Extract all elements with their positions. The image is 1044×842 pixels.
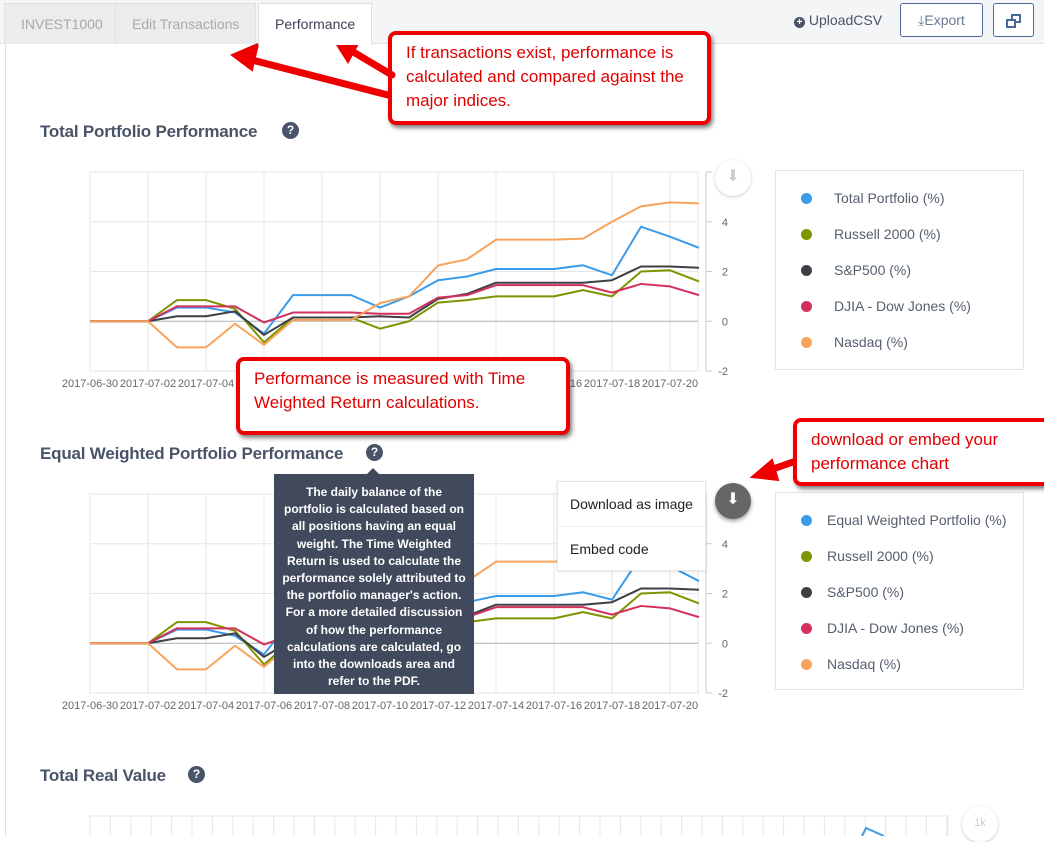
popout-window-button[interactable] [993,3,1034,37]
plot-area [89,815,949,836]
legend-marker [801,301,812,312]
y-tick-label: -2 [718,688,728,700]
total-real-value-chart [89,815,949,836]
section-title-equal-weighted: Equal Weighted Portfolio Performance [40,444,344,463]
chart-export-button-active[interactable]: ⬇ [715,483,751,519]
legend-marker [801,337,812,348]
x-tick-label: 2017-07-16 [526,700,582,712]
help-icon[interactable]: ? [366,444,383,461]
annotation-callout: If transactions exist, performance is ca… [388,31,711,125]
legend-item[interactable]: Equal Weighted Portfolio (%) [827,512,1007,528]
x-tick-label: 2017-07-02 [120,378,176,390]
legend-item[interactable]: DJIA - Dow Jones (%) [827,620,964,636]
popout-window-icon [1005,14,1022,29]
y-tick-label: 0 [722,638,728,650]
section-title-total-real-value: Total Real Value [40,766,166,785]
x-tick-label: 2017-07-02 [120,700,176,712]
x-tick-label: 2017-07-20 [642,378,698,390]
legend-item[interactable]: DJIA - Dow Jones (%) [834,298,971,314]
legend-equal-weighted: Equal Weighted Portfolio (%) Russell 2000… [775,492,1024,690]
x-tick-label: 2017-06-30 [62,378,118,390]
legend-item[interactable]: Russell 2000 (%) [834,226,941,242]
tab-edit-transactions[interactable]: Edit Transactions [115,3,257,44]
help-icon[interactable]: ? [188,766,205,783]
legend-marker [801,551,812,562]
y-tick-label: -2 [718,366,728,378]
legend-marker [801,265,812,276]
y-tick-label: 1k [974,817,986,829]
help-icon[interactable]: ? [282,122,299,139]
legend-item[interactable]: Nasdaq (%) [834,334,908,350]
y-tick-label: 0 [722,316,728,328]
x-tick-label: 2017-07-18 [584,378,640,390]
legend-marker [801,515,812,526]
chart-export-button[interactable]: ⬇ [715,160,751,196]
legend-marker [801,229,812,240]
export-label: Export [924,12,965,28]
annotation-callout: download or embed your performance chart [793,418,1044,486]
legend-marker [801,587,812,598]
x-tick-label: 2017-07-06 [236,700,292,712]
x-tick-label: 2017-07-12 [410,700,466,712]
help-tooltip: The daily balance of the portfolio is ca… [274,468,474,694]
x-tick-label: 2017-07-08 [294,700,350,712]
chart-export-button[interactable]: 1k [962,806,998,842]
legend-marker [801,659,812,670]
legend-item[interactable]: Nasdaq (%) [827,656,901,672]
menu-item-download-image[interactable]: Download as image [558,482,705,527]
x-tick-label: 2017-07-10 [352,700,408,712]
x-tick-label: 2017-07-20 [642,700,698,712]
menu-item-embed-code[interactable]: Embed code [558,527,705,572]
section-title-total-portfolio: Total Portfolio Performance [40,122,258,141]
download-icon: ⬇ [726,491,740,508]
tab-performance[interactable]: Performance [258,3,373,45]
y-tick-label: 2 [722,589,728,601]
x-tick-label: 2017-06-30 [62,700,118,712]
legend-marker [801,623,812,634]
tab-invest1000[interactable]: INVEST1000 [4,3,120,44]
plus-circle-icon: + [794,17,805,28]
legend-item[interactable]: S&P500 (%) [827,584,904,600]
export-menu: Download as image Embed code [557,481,706,571]
legend-item[interactable]: S&P500 (%) [834,262,911,278]
x-tick-label: 2017-07-04 [178,700,234,712]
legend-total-portfolio: Total Portfolio (%) Russell 2000 (%) S&P50… [775,170,1024,370]
upload-csv-label: UploadCSV [808,12,883,28]
y-tick-label: 4 [722,217,728,229]
upload-csv-button[interactable]: + UploadCSV [794,12,882,28]
legend-marker [801,193,812,204]
y-tick-label: 4 [722,539,728,551]
legend-item[interactable]: Russell 2000 (%) [827,548,934,564]
legend-item[interactable]: Total Portfolio (%) [834,190,944,206]
x-tick-label: 2017-07-04 [178,378,234,390]
y-tick-label: 2 [722,267,728,279]
annotation-callout: Performance is measured with Time Weight… [236,357,570,435]
x-tick-label: 2017-07-18 [584,700,640,712]
download-icon: ⬇ [726,168,740,185]
export-button[interactable]: ⤓Export [900,3,983,37]
x-tick-label: 2017-07-14 [468,700,524,712]
